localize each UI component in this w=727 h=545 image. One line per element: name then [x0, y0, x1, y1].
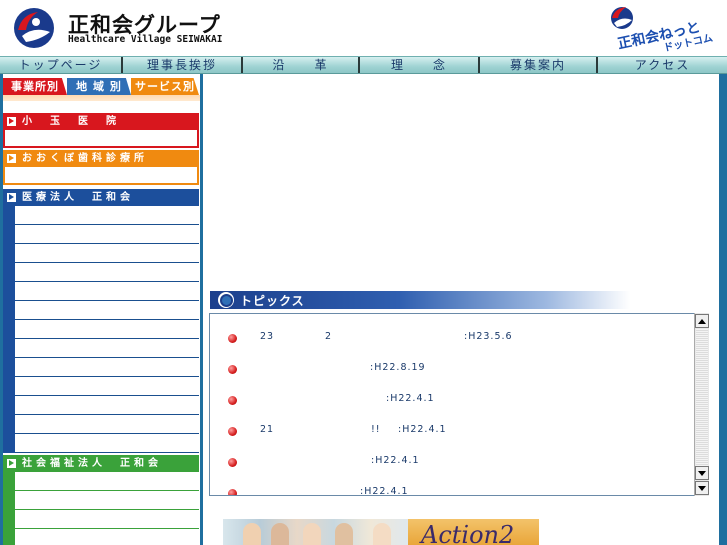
category-kodama-clinic: 小 玉 医 院: [3, 113, 199, 148]
category-body: [3, 167, 199, 185]
list-item[interactable]: [15, 225, 199, 244]
topic-text: 21: [260, 424, 275, 435]
arrow-right-icon: [7, 117, 16, 126]
nav-recruitment[interactable]: 募集案内: [480, 57, 598, 73]
scroll-track[interactable]: [696, 329, 708, 479]
topic-item[interactable]: 23 2 :H23.5.6: [210, 328, 696, 348]
tab-by-office[interactable]: 事業所別: [3, 78, 67, 95]
category-label: 小 玉 医 院: [22, 116, 120, 127]
nav-access[interactable]: アクセス: [598, 57, 727, 73]
list-item[interactable]: [15, 491, 199, 510]
topic-text: !!: [371, 424, 381, 435]
category-header-kodama-clinic[interactable]: 小 玉 医 院: [3, 113, 199, 130]
topic-date: :H22.8.19: [370, 362, 426, 373]
list-item[interactable]: [15, 339, 199, 358]
category-header-social-welfare-corp[interactable]: 社会福祉法人 正和会: [3, 455, 199, 472]
nav-history[interactable]: 沿 革: [243, 57, 360, 73]
topics-list: 23 2 :H23.5.6 :H22.8.19 :H22.4.1 21 !! :…: [209, 313, 709, 496]
category-header-medical-corp[interactable]: 医療法人 正和会: [3, 189, 199, 206]
main-nav: トップページ 理事長挨拶 沿 革 理 念 募集案内 アクセス: [0, 56, 727, 74]
scroll-down-arrow-icon[interactable]: [695, 466, 709, 480]
nav-top-page[interactable]: トップページ: [0, 57, 123, 73]
arrow-right-icon: [7, 193, 16, 202]
list-item[interactable]: [15, 320, 199, 339]
topic-item[interactable]: :H22.4.1: [210, 452, 696, 472]
list-item[interactable]: [15, 396, 199, 415]
sidebar-tabs: 事業所別 地 域 別 サービス別: [3, 78, 199, 95]
topic-item[interactable]: :H22.4.1: [210, 390, 696, 410]
list-item[interactable]: [15, 377, 199, 396]
list-item[interactable]: [15, 301, 199, 320]
list-item[interactable]: [15, 415, 199, 434]
arrow-right-icon: [7, 459, 16, 468]
arrow-right-icon: [7, 154, 16, 163]
topic-text: 23: [260, 331, 275, 342]
right-frame-border: [719, 74, 727, 545]
topics-bullet-icon: [218, 292, 234, 308]
list-item[interactable]: [15, 263, 199, 282]
category-label: 医療法人 正和会: [22, 192, 134, 203]
topic-item[interactable]: 21 !! :H22.4.1: [210, 421, 696, 441]
topic-date: :H23.5.6: [464, 331, 513, 342]
seiwakai-logo-icon[interactable]: [12, 6, 56, 50]
scroll-up-arrow-icon[interactable]: [695, 314, 709, 328]
nav-philosophy[interactable]: 理 念: [360, 57, 480, 73]
red-bullet-icon: [228, 334, 237, 343]
seiwakai-net-logo[interactable]: 正和会ねっと ドットコム: [608, 4, 724, 52]
nav-chairman-greeting[interactable]: 理事長挨拶: [123, 57, 243, 73]
action-banner[interactable]: Action2: [223, 519, 539, 545]
topic-date: :H22.4.1: [386, 393, 435, 404]
topics-header: トピックス: [210, 291, 630, 309]
category-social-welfare-corp: 社会福祉法人 正和会: [3, 455, 199, 545]
red-bullet-icon: [228, 489, 237, 495]
category-label: おおくぼ歯科診療所: [22, 153, 148, 164]
red-bullet-icon: [228, 458, 237, 467]
list-item[interactable]: [15, 529, 199, 545]
topic-item[interactable]: :H22.8.19: [210, 359, 696, 379]
red-bullet-icon: [228, 427, 237, 436]
category-label: 社会福祉法人 正和会: [22, 458, 162, 469]
banner-photo: [223, 519, 408, 545]
category-links: [3, 472, 199, 545]
list-item[interactable]: [15, 510, 199, 529]
red-bullet-icon: [228, 365, 237, 374]
category-okubo-dental: おおくぼ歯科診療所: [3, 150, 199, 185]
category-medical-corp: 医療法人 正和会: [3, 189, 199, 453]
category-links: [3, 206, 199, 453]
topics-scrollbar[interactable]: [694, 313, 709, 496]
list-item[interactable]: [15, 472, 199, 491]
topic-text: 2: [325, 331, 333, 342]
banner-text: Action2: [421, 521, 515, 545]
topic-item[interactable]: :H22.4.1: [210, 483, 696, 496]
list-item[interactable]: [15, 358, 199, 377]
category-header-okubo-dental[interactable]: おおくぼ歯科診療所: [3, 150, 199, 167]
header: 正和会グループ Healthcare Village SEIWAKAI 正和会ね…: [0, 0, 727, 56]
topic-date: :H22.4.1: [371, 455, 420, 466]
list-item[interactable]: [15, 434, 199, 453]
list-item[interactable]: [15, 244, 199, 263]
topic-date: :H22.4.1: [360, 486, 409, 496]
list-item[interactable]: [15, 282, 199, 301]
site-subtitle: Healthcare Village SEIWAKAI: [68, 34, 223, 45]
tab-underline: [3, 95, 200, 101]
scroll-down-arrow-icon[interactable]: [695, 481, 709, 495]
tab-by-service[interactable]: サービス別: [131, 78, 199, 95]
tab-by-region[interactable]: 地 域 別: [67, 78, 131, 95]
category-body: [3, 130, 199, 148]
list-item[interactable]: [15, 206, 199, 225]
topics-title: トピックス: [240, 293, 305, 308]
topic-date: :H22.4.1: [398, 424, 447, 435]
red-bullet-icon: [228, 396, 237, 405]
